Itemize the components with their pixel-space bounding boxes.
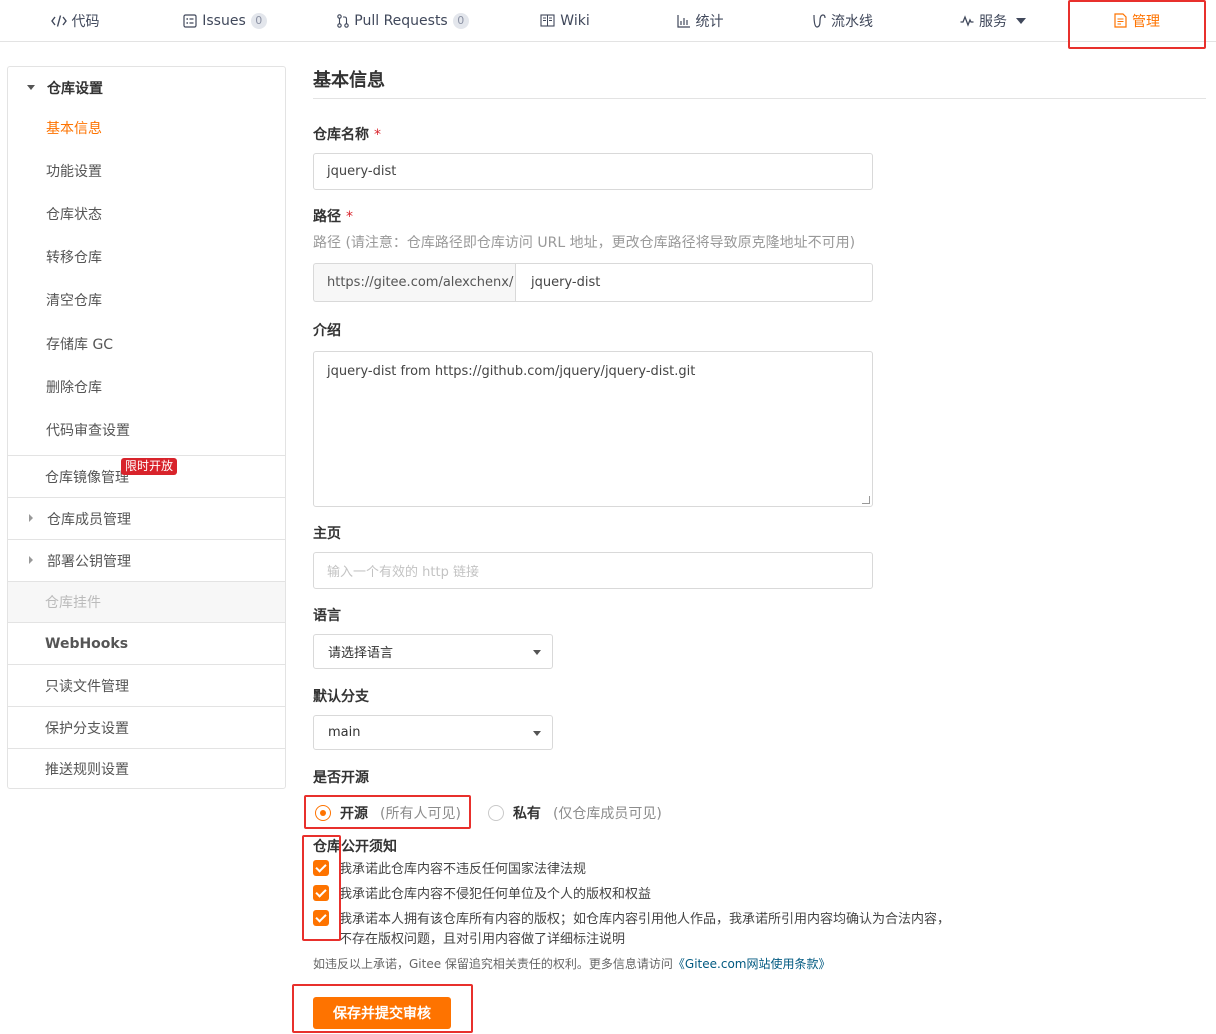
settings-sidebar: 仓库设置 基本信息 功能设置 仓库状态 转移仓库 清空仓库 存储库 GC 删除仓… [7, 66, 286, 789]
pledge-1-checkbox[interactable] [313, 860, 329, 876]
terms-link[interactable]: 《Gitee.com网站使用条款》 [673, 957, 831, 971]
sidebar-item-webhooks[interactable]: WebHooks [8, 623, 285, 664]
sidebar-item-delete[interactable]: 删除仓库 [8, 377, 285, 397]
visibility-label: 是否开源 [313, 770, 369, 786]
pledge-checkbox-row: 我承诺此仓库内容不违反任何国家法律法规 [313, 860, 586, 880]
basic-info-form: 基本信息 仓库名称 * jquery-dist 路径 * 路径 (请注意：仓库路径即… [313, 0, 1216, 1034]
select-value: main [328, 725, 361, 740]
divider [313, 98, 1206, 99]
default-branch-label: 默认分支 [313, 689, 369, 705]
sidebar-item-plugins: 仓库挂件 [8, 582, 285, 622]
homepage-input[interactable]: 输入一个有效的 http 链接 [313, 552, 873, 589]
description-text: jquery-dist from https://github.com/jque… [327, 364, 696, 379]
pledge-checkbox-row: 我承诺本人拥有该仓库所有内容的版权；如仓库内容引用他人作品，我承诺所引用内容均确… [313, 910, 950, 950]
label-text: 仓库名称 [313, 127, 369, 143]
language-label: 语言 [313, 608, 341, 624]
sidebar-item-gc[interactable]: 存储库 GC [8, 334, 285, 354]
sidebar-item-deploy-keys[interactable]: 部署公钥管理 [8, 540, 285, 581]
sidebar-item-protected-branches[interactable]: 保护分支设置 [8, 707, 285, 748]
footnote-text: 如违反以上承诺，Gitee 保留追究相关责任的权利。更多信息请访问 [313, 957, 673, 971]
language-select[interactable]: 请选择语言 [313, 634, 553, 669]
select-value: 请选择语言 [328, 646, 394, 661]
required-mark: * [374, 127, 381, 143]
required-mark: * [346, 209, 353, 225]
code-icon [50, 14, 67, 28]
sidebar-item-basic-info[interactable]: 基本信息 [8, 118, 285, 138]
sidebar-item-clear[interactable]: 清空仓库 [8, 290, 285, 310]
radio-open[interactable] [315, 805, 331, 821]
default-branch-select[interactable]: main [313, 715, 553, 750]
dropdown-arrow-icon [533, 731, 541, 736]
sidebar-item-push-rules[interactable]: 推送规则设置 [8, 749, 285, 789]
path-label: 路径 * [313, 206, 353, 226]
public-notice-label: 仓库公开须知 [313, 839, 397, 855]
tab-label: 代码 [71, 13, 100, 30]
dropdown-arrow-icon [533, 650, 541, 655]
open-label[interactable]: 开源 [340, 803, 368, 823]
pledge-3-text: 我承诺本人拥有该仓库所有内容的版权；如仓库内容引用他人作品，我承诺所引用内容均确… [339, 910, 950, 950]
page-title: 基本信息 [313, 70, 385, 91]
description-textarea[interactable]: jquery-dist from https://github.com/jque… [313, 351, 873, 507]
sidebar-item-readonly-files[interactable]: 只读文件管理 [8, 665, 285, 706]
pledge-2-text: 我承诺此仓库内容不侵犯任何单位及个人的版权和权益 [339, 887, 652, 902]
issues-icon [183, 13, 197, 28]
repo-name-label: 仓库名称 * [313, 124, 381, 144]
pledge-3-line-2: 不存在版权问题，且对引用内容做了详细标注说明 [339, 932, 626, 947]
path-prefix: https://gitee.com/alexchenx/ [313, 263, 516, 302]
tab-label: Issues [202, 12, 246, 29]
homepage-label: 主页 [313, 526, 341, 542]
sidebar-item-code-review[interactable]: 代码审查设置 [8, 420, 285, 440]
sidebar-section-repo-settings[interactable]: 仓库设置 [8, 77, 285, 99]
pledge-1-text: 我承诺此仓库内容不违反任何国家法律法规 [339, 862, 587, 877]
issues-count-badge: 0 [250, 12, 267, 29]
private-hint: (仅仓库成员可见) [552, 806, 662, 822]
pledge-3-checkbox[interactable] [313, 910, 329, 926]
open-hint: (所有人可见) [380, 806, 461, 822]
tab-issues[interactable]: Issues 0 [180, 0, 270, 41]
sidebar-item-members[interactable]: 仓库成员管理 [8, 498, 285, 539]
resize-handle-icon[interactable] [862, 496, 870, 504]
save-submit-button[interactable]: 保存并提交审核 [313, 997, 451, 1029]
path-hint: 路径 (请注意：仓库路径即仓库访问 URL 地址，更改仓库路径将导致原克隆地址不… [313, 235, 856, 251]
pledge-checkbox-row: 我承诺此仓库内容不侵犯任何单位及个人的版权和权益 [313, 885, 651, 905]
visibility-radio-group: 开源 (所有人可见) 私有 (仅仓库成员可见) [313, 800, 662, 826]
description-label: 介绍 [313, 323, 341, 339]
limited-open-badge: 限时开放 [121, 458, 178, 475]
sidebar-item-features[interactable]: 功能设置 [8, 161, 285, 181]
radio-private[interactable] [487, 805, 504, 821]
label-text: 路径 [313, 209, 341, 225]
private-label[interactable]: 私有 [513, 803, 541, 823]
pledge-2-checkbox[interactable] [313, 885, 329, 901]
sidebar-item-transfer[interactable]: 转移仓库 [8, 247, 285, 267]
sidebar-item-status[interactable]: 仓库状态 [8, 204, 285, 224]
pledge-3-line-1: 我承诺本人拥有该仓库所有内容的版权；如仓库内容引用他人作品，我承诺所引用内容均确… [339, 912, 951, 927]
tab-code[interactable]: 代码 [30, 0, 120, 41]
footnote: 如违反以上承诺，Gitee 保留追究相关责任的权利。更多信息请访问《Gitee.… [313, 955, 830, 972]
repo-name-input[interactable]: jquery-dist [313, 153, 873, 190]
path-input[interactable]: jquery-dist [515, 263, 873, 302]
